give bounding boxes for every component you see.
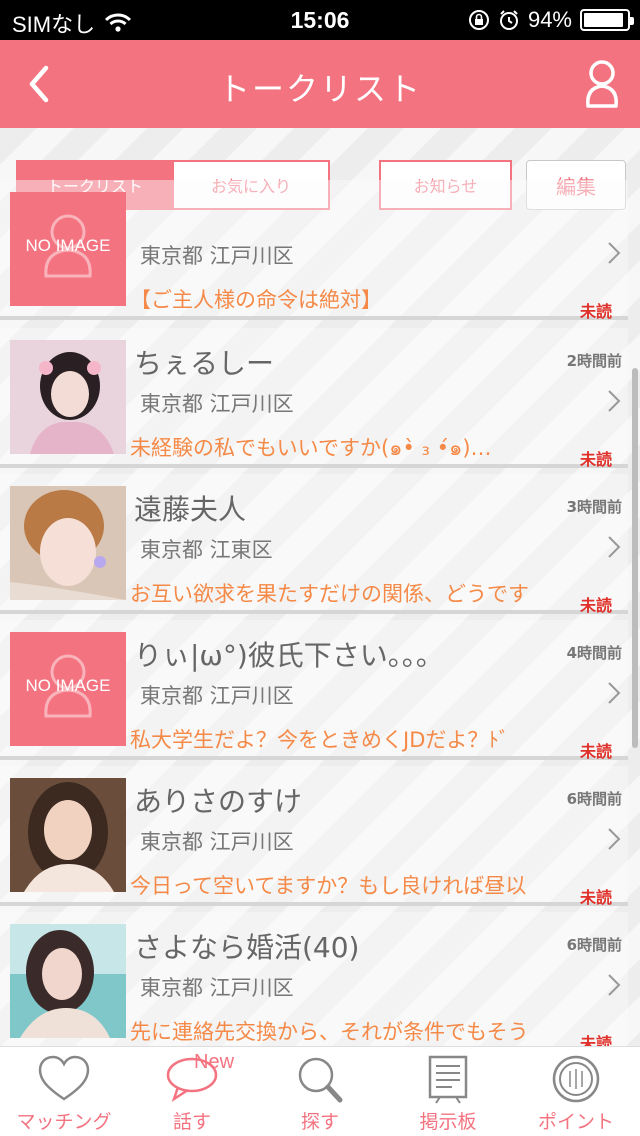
list-item[interactable]: さよなら婚活(40) 6時間前 東京都 江戸川区 先に連絡先交換から、それが条件… xyxy=(0,912,628,1046)
area-label: 東京都 江戸川区 xyxy=(140,830,294,854)
battery-percent: 94% xyxy=(527,7,572,32)
no-image-label: NO IMAGE xyxy=(25,676,111,695)
time-ago: 2時間前 xyxy=(566,352,622,370)
time-ago: 6時間前 xyxy=(566,936,622,954)
avatar xyxy=(10,340,126,454)
last-message: 【ご主人様の命令は絶対】 xyxy=(130,288,382,312)
unread-badge: 未読 xyxy=(579,450,612,469)
unread-badge: 未読 xyxy=(579,888,612,907)
contact-name: ちぇるしー xyxy=(134,347,275,380)
bottom-nav: マッチング New 話す 探す 掲示板 ポイント xyxy=(0,1046,640,1136)
photo-avatar-icon xyxy=(10,486,126,600)
photo-avatar-icon xyxy=(10,340,126,454)
photo-avatar-icon xyxy=(10,778,126,892)
nav-board[interactable]: 掲示板 xyxy=(384,1047,512,1136)
area-label: 東京都 江戸川区 xyxy=(140,244,294,268)
new-badge: New xyxy=(194,1051,235,1073)
alarm-icon xyxy=(499,10,518,30)
list-item[interactable]: NO IMAGE 東京都 江戸川区 【ご主人様の命令は絶対】 未読 xyxy=(0,180,628,321)
area-label: 東京都 江戸川区 xyxy=(140,976,294,1000)
time-ago: 4時間前 xyxy=(566,644,622,662)
person-icon[interactable] xyxy=(582,58,622,110)
time-ago: 6時間前 xyxy=(566,790,622,808)
search-icon xyxy=(298,1057,343,1103)
unread-badge: 未読 xyxy=(579,302,612,321)
list-item[interactable]: NO IMAGE りぃ|ω°)彼氏下さい。。。 4時間前 東京都 江戸川区 私大… xyxy=(0,620,628,761)
contact-name: さよなら婚活(40) xyxy=(134,931,360,964)
rotation-lock-icon xyxy=(468,10,489,30)
app-header: トークリスト xyxy=(0,40,640,128)
list-item[interactable]: ちぇるしー 2時間前 東京都 江戸川区 未経験の私でもいいですか(๑•̀ ₃ •… xyxy=(0,328,628,469)
nav-talk[interactable]: New 話す xyxy=(128,1047,256,1136)
nav-points[interactable]: ポイント xyxy=(512,1047,640,1136)
contact-name: 遠藤夫人 xyxy=(134,493,247,526)
unread-badge: 未読 xyxy=(579,596,612,615)
coin-icon xyxy=(552,1055,600,1103)
battery-icon xyxy=(580,9,634,31)
nav-matching[interactable]: マッチング xyxy=(0,1047,128,1136)
area-label: 東京都 江東区 xyxy=(140,538,273,562)
unread-badge: 未読 xyxy=(579,742,612,761)
avatar xyxy=(10,778,126,892)
nav-label: ポイント xyxy=(537,1111,614,1133)
contact-name: りぃ|ω°)彼氏下さい。。。 xyxy=(134,639,444,672)
chevron-right-icon xyxy=(608,390,621,412)
area-label: 東京都 江戸川区 xyxy=(140,684,294,708)
nav-search[interactable]: 探す xyxy=(256,1047,384,1136)
avatar xyxy=(10,486,126,600)
time-ago: 3時間前 xyxy=(566,498,622,516)
avatar: NO IMAGE xyxy=(10,192,126,306)
chevron-right-icon xyxy=(608,974,621,996)
last-message: 今日って空いてますか？もし良ければ昼以 xyxy=(130,874,527,898)
nav-label: 話す xyxy=(172,1111,211,1133)
content-area: トークリスト お気に入り お知らせ 編集 NO IMAGE 東京都 江戸川区 【… xyxy=(0,128,640,1046)
unread-badge: 未読 xyxy=(579,1034,612,1046)
last-message: 未経験の私でもいいですか(๑•̀ ₃ •́๑)… xyxy=(130,436,492,460)
avatar: NO IMAGE xyxy=(10,632,126,746)
chevron-right-icon xyxy=(608,828,621,850)
scrollbar[interactable] xyxy=(632,368,638,748)
list-item[interactable]: ありさのすけ 6時間前 東京都 江戸川区 今日って空いてますか？もし良ければ昼以… xyxy=(0,766,628,907)
nav-label: 掲示板 xyxy=(419,1111,477,1133)
photo-avatar-icon xyxy=(10,924,126,1038)
last-message: 先に連絡先交換から、それが条件でもそう xyxy=(130,1020,529,1044)
area-label: 東京都 江戸川区 xyxy=(140,392,294,416)
list-item[interactable]: 遠藤夫人 3時間前 東京都 江東区 お互い欲求を果たすだけの関係、どうです 未読 xyxy=(0,474,628,615)
last-message: 私大学生だよ？今をときめくJDだよ？ﾄﾞ xyxy=(130,728,510,752)
status-right: 94% xyxy=(468,7,634,33)
nav-label: 探す xyxy=(300,1111,339,1133)
contact-name: ありさのすけ xyxy=(134,785,303,818)
heart-icon xyxy=(38,1055,90,1101)
battery-fill xyxy=(584,13,623,27)
bulletin-board-icon xyxy=(428,1055,468,1104)
chevron-right-icon xyxy=(608,536,621,558)
nav-label: マッチング xyxy=(16,1111,112,1133)
last-message: お互い欲求を果たすだけの関係、どうです xyxy=(130,582,529,606)
chevron-right-icon xyxy=(608,682,621,704)
page-title: トークリスト xyxy=(217,70,422,108)
chevron-right-icon xyxy=(608,242,621,264)
no-image-label: NO IMAGE xyxy=(25,236,111,255)
status-bar: SIMなし 15:06 94% xyxy=(0,0,640,40)
avatar xyxy=(10,924,126,1038)
